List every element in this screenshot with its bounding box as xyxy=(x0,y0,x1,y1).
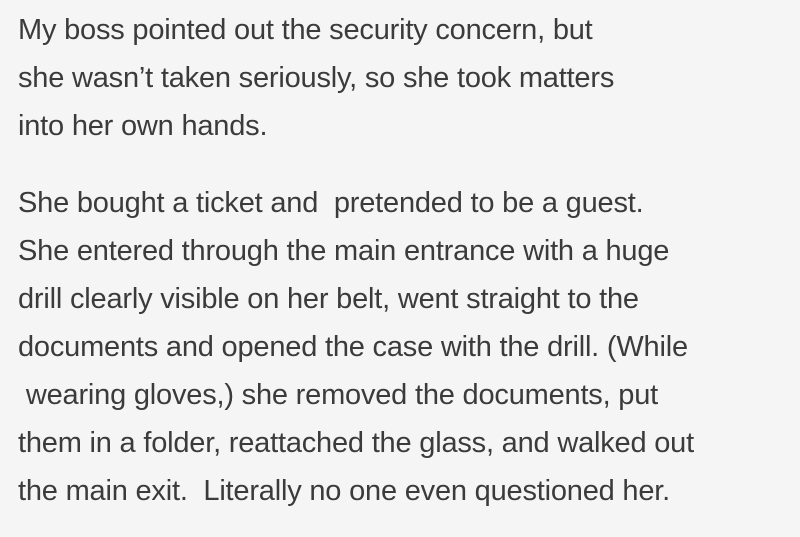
paragraph-2: She bought a ticket and pretended to be … xyxy=(18,179,694,515)
text-line: She entered through the main entrance wi… xyxy=(18,235,670,267)
text-line: she wasn’t taken seriously, so she took … xyxy=(18,62,615,94)
text-line: My boss pointed out the security concern… xyxy=(18,14,593,46)
text-line: them in a folder, reattached the glass, … xyxy=(18,427,694,459)
document-page: My boss pointed out the security concern… xyxy=(0,0,800,537)
text-line: documents and opened the case with the d… xyxy=(18,331,688,363)
paragraph-1: My boss pointed out the security concern… xyxy=(18,6,614,150)
text-line: wearing gloves,) she removed the documen… xyxy=(18,379,659,411)
text-line: drill clearly visible on her belt, went … xyxy=(18,283,639,315)
text-line: She bought a ticket and pretended to be … xyxy=(18,187,644,219)
text-line: the main exit. Literally no one even que… xyxy=(18,475,670,507)
text-line: into her own hands. xyxy=(18,110,268,142)
